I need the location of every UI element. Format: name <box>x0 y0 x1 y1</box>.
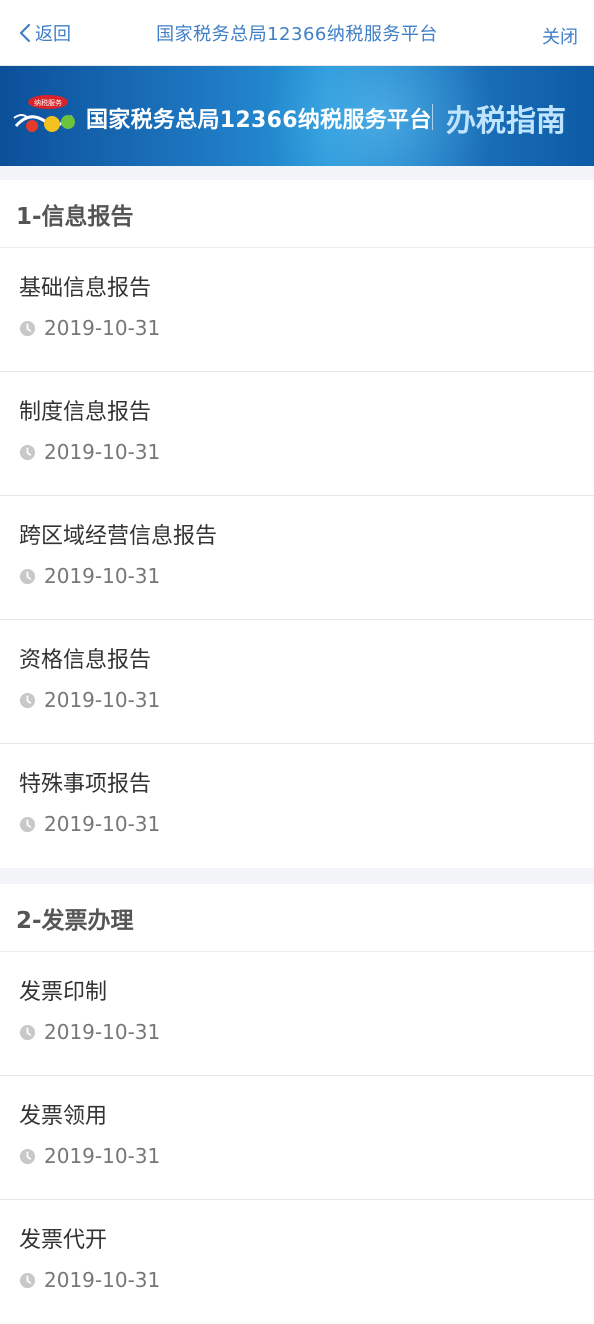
clock-icon <box>19 320 36 336</box>
item-title: 基础信息报告 <box>19 276 152 301</box>
logo-text: 纳税服务 <box>34 98 62 107</box>
clock-icon <box>19 568 36 584</box>
top-nav-bar: 返回 国家税务总局12366纳税服务平台 关闭 <box>0 0 594 66</box>
page-title: 国家税务总局12366纳税服务平台 <box>156 24 438 45</box>
item-date-text: 2019-10-31 <box>44 688 161 712</box>
item-date: 2019-10-31 <box>19 1020 160 1044</box>
item-title: 发票领用 <box>19 1104 108 1129</box>
clock-icon <box>19 1272 36 1288</box>
banner-subtitle: 办税指南 <box>446 104 566 139</box>
item-date-text: 2019-10-31 <box>44 1020 161 1044</box>
item-title: 发票代开 <box>19 1228 108 1253</box>
section-heading: 2-发票办理 <box>0 884 594 952</box>
section-invoice: 2-发票办理 发票印制 2019-10-31 发票领用 2019-10-31 发… <box>0 884 594 1324</box>
item-date-text: 2019-10-31 <box>44 812 161 836</box>
item-date: 2019-10-31 <box>19 812 160 836</box>
clock-icon <box>19 1024 36 1040</box>
list-item[interactable]: 资格信息报告 2019-10-31 <box>0 620 594 744</box>
item-title: 制度信息报告 <box>19 400 152 425</box>
item-date: 2019-10-31 <box>19 564 160 588</box>
close-button[interactable]: 关闭 <box>542 23 578 49</box>
item-date-text: 2019-10-31 <box>44 316 161 340</box>
header-banner: 纳税服务 国家税务总局12366纳税服务平台 办税指南 <box>0 66 594 166</box>
banner-title: 国家税务总局12366纳税服务平台 <box>86 108 432 133</box>
section-spacer <box>0 868 594 884</box>
list-item[interactable]: 发票领用 2019-10-31 <box>0 1076 594 1200</box>
list-item[interactable]: 发票印制 2019-10-31 <box>0 952 594 1076</box>
12366-logo-icon: 纳税服务 <box>13 95 75 132</box>
item-date-text: 2019-10-31 <box>44 1144 161 1168</box>
item-title: 发票印制 <box>19 980 108 1005</box>
clock-icon <box>19 1148 36 1164</box>
list-item[interactable]: 制度信息报告 2019-10-31 <box>0 372 594 496</box>
item-date-text: 2019-10-31 <box>44 440 161 464</box>
item-title: 特殊事项报告 <box>19 772 152 797</box>
list-item[interactable]: 跨区域经营信息报告 2019-10-31 <box>0 496 594 620</box>
item-date: 2019-10-31 <box>19 440 160 464</box>
item-date: 2019-10-31 <box>19 1144 160 1168</box>
clock-icon <box>19 692 36 708</box>
section-heading: 1-信息报告 <box>0 180 594 248</box>
item-date: 2019-10-31 <box>19 688 160 712</box>
clock-icon <box>19 444 36 460</box>
list-item[interactable]: 基础信息报告 2019-10-31 <box>0 248 594 372</box>
clock-icon <box>19 816 36 832</box>
section-info-report: 1-信息报告 基础信息报告 2019-10-31 制度信息报告 2019-10-… <box>0 180 594 868</box>
banner-divider <box>432 104 433 130</box>
list-item[interactable]: 特殊事项报告 2019-10-31 <box>0 744 594 868</box>
item-title: 资格信息报告 <box>19 648 152 673</box>
item-date: 2019-10-31 <box>19 316 160 340</box>
item-title: 跨区域经营信息报告 <box>19 524 218 549</box>
list-item[interactable]: 发票代开 2019-10-31 <box>0 1200 594 1324</box>
item-date-text: 2019-10-31 <box>44 564 161 588</box>
item-date-text: 2019-10-31 <box>44 1268 161 1292</box>
section-spacer <box>0 166 594 180</box>
item-date: 2019-10-31 <box>19 1268 160 1292</box>
